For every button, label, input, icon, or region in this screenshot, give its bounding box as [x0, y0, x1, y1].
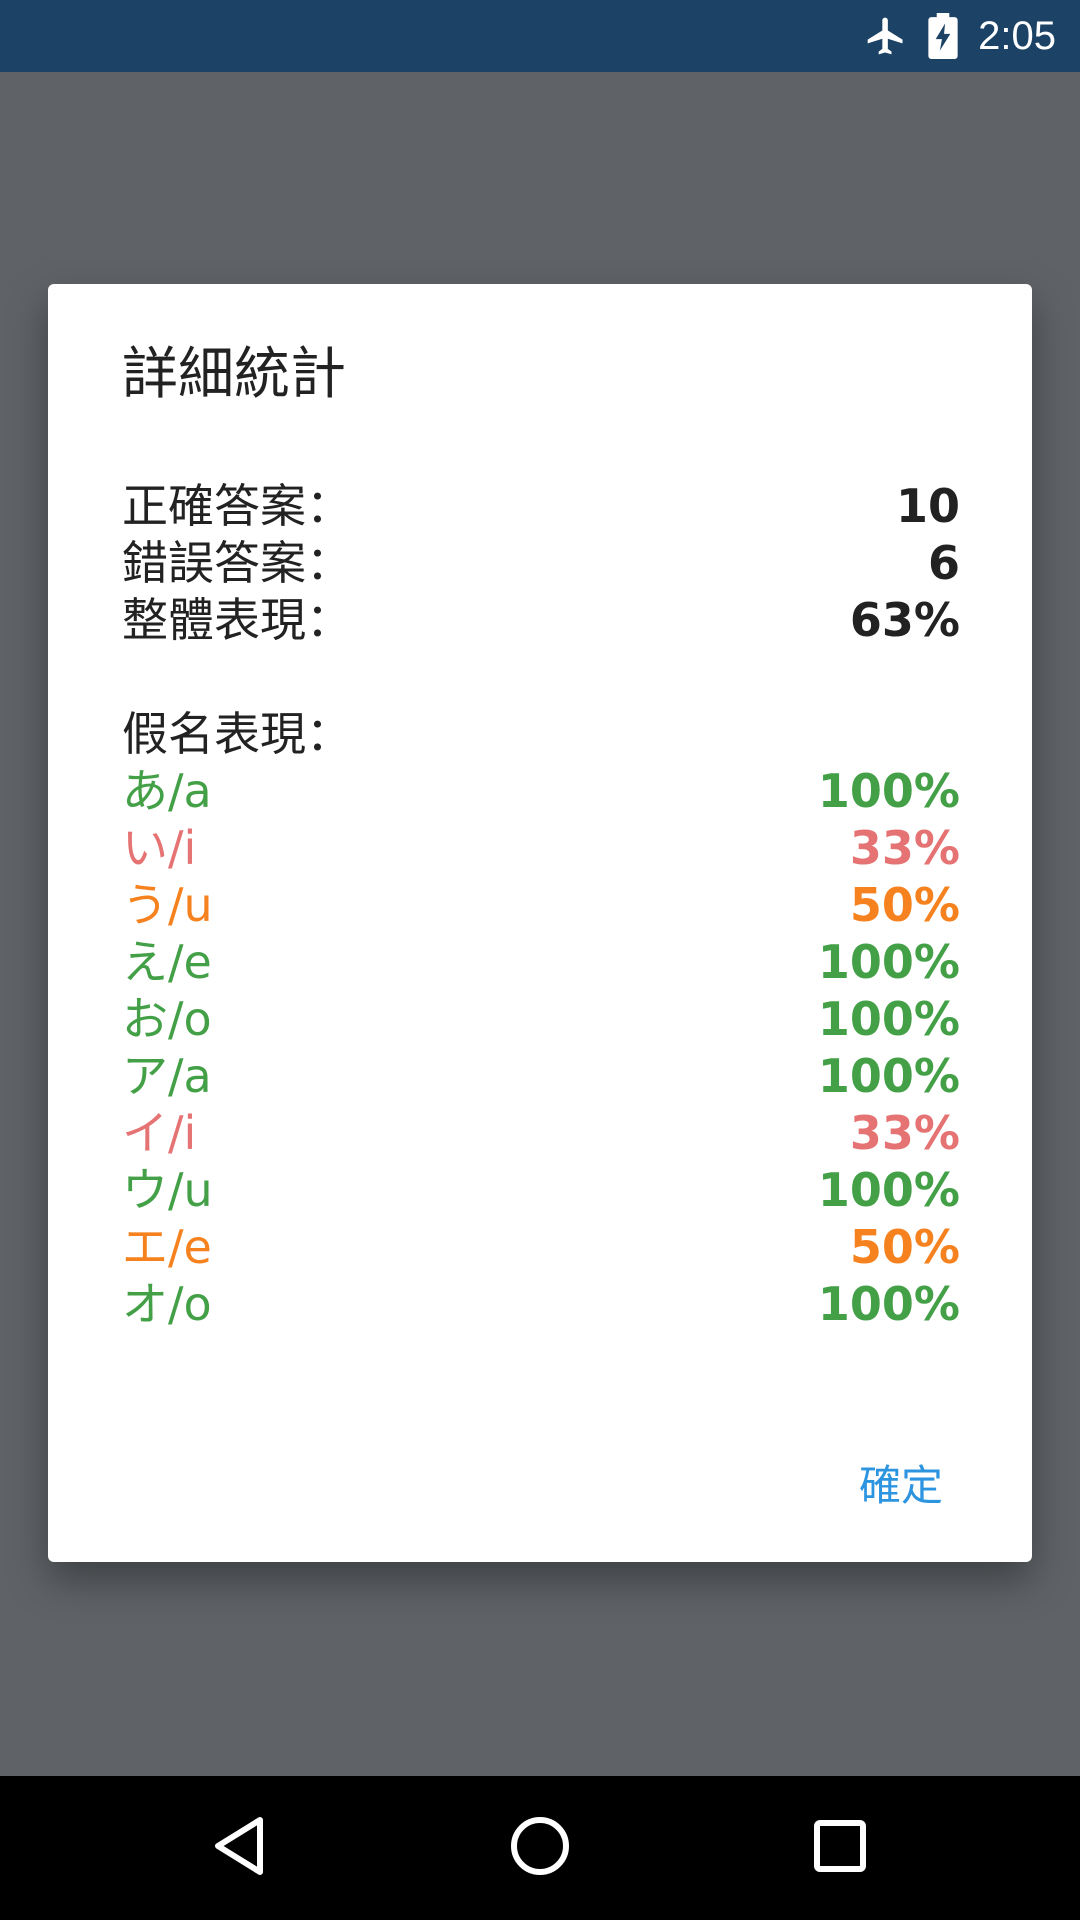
kana-percent: 100% [817, 1163, 960, 1217]
kana-percent: 33% [849, 821, 960, 875]
kana-label: エ/e [122, 1220, 212, 1274]
summary-value: 63% [849, 593, 960, 647]
back-button[interactable] [204, 1812, 276, 1884]
kana-row: え/e 100% [122, 934, 960, 991]
summary-value: 6 [927, 536, 960, 590]
kana-label: お/o [122, 992, 212, 1046]
kana-percent: 100% [817, 1049, 960, 1103]
kana-percent: 100% [817, 764, 960, 818]
status-bar: 2:05 [0, 0, 1080, 72]
recents-icon [812, 1818, 868, 1878]
home-icon [508, 1814, 572, 1882]
navigation-bar [0, 1776, 1080, 1920]
kana-row: オ/o 100% [122, 1276, 960, 1333]
kana-percent: 33% [849, 1106, 960, 1160]
kana-label: え/e [122, 935, 212, 989]
kana-label: オ/o [122, 1277, 212, 1331]
kana-row: ア/a 100% [122, 1048, 960, 1105]
summary-row-correct: 正確答案： 10 [122, 478, 960, 535]
kana-label: あ/a [122, 764, 212, 818]
kana-percent: 50% [849, 1220, 960, 1274]
status-time: 2:05 [978, 13, 1056, 58]
summary-row-overall: 整體表現： 63% [122, 592, 960, 649]
status-icons: 2:05 [864, 0, 1056, 72]
recents-button[interactable] [804, 1812, 876, 1884]
kana-percent: 50% [849, 878, 960, 932]
summary-row-wrong: 錯誤答案： 6 [122, 535, 960, 592]
kana-row: あ/a 100% [122, 763, 960, 820]
airplane-mode-icon [864, 14, 908, 58]
dialog-title: 詳細統計 [122, 342, 346, 407]
kana-percent: 100% [817, 992, 960, 1046]
back-icon [210, 1814, 270, 1882]
kana-row: い/i 33% [122, 820, 960, 877]
summary-label: 整體表現： [122, 593, 352, 647]
kana-section-heading-row: 假名表現： [122, 706, 960, 763]
kana-label: ア/a [122, 1049, 212, 1103]
kana-row: ウ/u 100% [122, 1162, 960, 1219]
kana-percent: 100% [817, 1277, 960, 1331]
kana-percent: 100% [817, 935, 960, 989]
summary-label: 正確答案： [122, 479, 352, 533]
home-button[interactable] [504, 1812, 576, 1884]
confirm-button[interactable]: 確定 [836, 1452, 966, 1512]
kana-row: う/u 50% [122, 877, 960, 934]
kana-label: イ/i [122, 1106, 197, 1160]
kana-label: ウ/u [122, 1163, 213, 1217]
summary-value: 10 [895, 479, 960, 533]
battery-charging-icon [928, 13, 958, 59]
kana-label: う/u [122, 878, 213, 932]
kana-row: お/o 100% [122, 991, 960, 1048]
kana-label: い/i [122, 821, 197, 875]
kana-section-title: 假名表現： [122, 707, 352, 761]
kana-row: イ/i 33% [122, 1105, 960, 1162]
kana-row: エ/e 50% [122, 1219, 960, 1276]
summary-label: 錯誤答案： [122, 536, 352, 590]
